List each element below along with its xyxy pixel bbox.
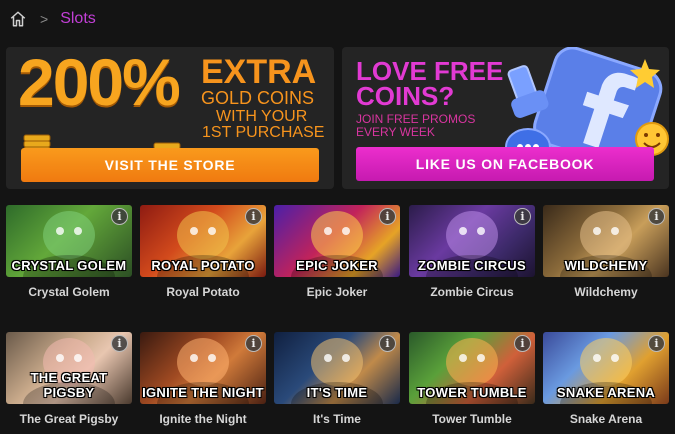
game-name[interactable]: Wildchemy [543, 285, 669, 299]
chevron-right-icon: > [40, 11, 49, 27]
game-tile[interactable]: WILDCHEMY i Wildchemy [543, 205, 669, 299]
game-name[interactable]: Zombie Circus [409, 285, 535, 299]
game-thumbnail[interactable]: IT'S TIME i [274, 332, 400, 404]
game-thumbnail-title: ZOMBIE CIRCUS [418, 258, 526, 273]
game-thumbnail-title: ROYAL POTATO [151, 258, 255, 273]
game-thumbnail[interactable]: WILDCHEMY i [543, 205, 669, 277]
game-tile[interactable]: IGNITE THE NIGHT i Ignite the Night [140, 332, 266, 426]
visit-store-button[interactable]: VISIT THE STORE [21, 148, 319, 182]
game-thumbnail[interactable]: EPIC JOKER i [274, 205, 400, 277]
game-tile[interactable]: ZOMBIE CIRCUS i Zombie Circus [409, 205, 535, 299]
game-tile[interactable]: TOWER TUMBLE i Tower Tumble [409, 332, 535, 426]
game-tile[interactable]: SNAKE ARENA i Snake Arena [543, 332, 669, 426]
fb-promo-title: LOVE FREE COINS? [356, 56, 504, 111]
game-thumbnail[interactable]: THE GREAT PIGSBY i [6, 332, 132, 404]
promo-title: EXTRA [201, 53, 317, 91]
info-icon[interactable]: i [514, 208, 531, 225]
info-icon[interactable]: i [111, 335, 128, 352]
promo-line-first-purchase: 1ST PURCHASE [202, 124, 325, 141]
game-name[interactable]: The Great Pigsby [6, 412, 132, 426]
promo-line-gold-coins: GOLD COINS [201, 88, 315, 108]
slots-page: > Slots 200% EXTRA GOLD COINS WITH YOUR … [0, 0, 675, 434]
game-thumbnail-title: THE GREAT PIGSBY [30, 370, 108, 400]
game-thumbnail-title: EPIC JOKER [296, 258, 378, 273]
game-name[interactable]: Snake Arena [543, 412, 669, 426]
game-name[interactable]: Ignite the Night [140, 412, 266, 426]
like-facebook-button[interactable]: LIKE US ON FACEBOOK [356, 147, 654, 181]
game-name[interactable]: Tower Tumble [409, 412, 535, 426]
info-icon[interactable]: i [514, 335, 531, 352]
game-thumbnail[interactable]: ZOMBIE CIRCUS i [409, 205, 535, 277]
breadcrumb: > Slots [8, 8, 96, 30]
game-name[interactable]: Royal Potato [140, 285, 266, 299]
info-icon[interactable]: i [648, 335, 665, 352]
info-icon[interactable]: i [379, 335, 396, 352]
info-icon[interactable]: i [111, 208, 128, 225]
game-name[interactable]: Crystal Golem [6, 285, 132, 299]
info-icon[interactable]: i [379, 208, 396, 225]
game-thumbnail[interactable]: IGNITE THE NIGHT i [140, 332, 266, 404]
game-tile[interactable]: IT'S TIME i It's Time [274, 332, 400, 426]
info-icon[interactable]: i [245, 208, 262, 225]
game-thumbnail-title: SNAKE ARENA [556, 385, 656, 400]
game-thumbnail-title: IT'S TIME [306, 385, 368, 400]
game-thumbnail-title: WILDCHEMY [564, 258, 648, 273]
game-thumbnail-title: TOWER TUMBLE [417, 385, 527, 400]
breadcrumb-current: Slots [60, 10, 96, 27]
game-thumbnail[interactable]: TOWER TUMBLE i [409, 332, 535, 404]
facebook-promo-banner: LOVE FREE COINS? JOIN FREE PROMOS EVERY … [342, 47, 669, 189]
info-icon[interactable]: i [245, 335, 262, 352]
info-icon[interactable]: i [648, 208, 665, 225]
game-thumbnail[interactable]: CRYSTAL GOLEM i [6, 205, 132, 277]
game-tile[interactable]: EPIC JOKER i Epic Joker [274, 205, 400, 299]
game-thumbnail[interactable]: SNAKE ARENA i [543, 332, 669, 404]
game-name[interactable]: It's Time [274, 412, 400, 426]
home-icon[interactable] [8, 9, 28, 29]
game-tile[interactable]: ROYAL POTATO i Royal Potato [140, 205, 266, 299]
game-tile[interactable]: THE GREAT PIGSBY i The Great Pigsby [6, 332, 132, 426]
game-thumbnail[interactable]: ROYAL POTATO i [140, 205, 266, 277]
game-thumbnail-title: IGNITE THE NIGHT [142, 385, 264, 400]
game-tile[interactable]: CRYSTAL GOLEM i Crystal Golem [6, 205, 132, 299]
game-thumbnail-title: CRYSTAL GOLEM [11, 258, 127, 273]
promo-line-with-your: WITH YOUR [216, 108, 308, 125]
store-promo-banner: 200% EXTRA GOLD COINS WITH YOUR 1ST PURC… [6, 47, 334, 189]
fb-promo-subtitle: JOIN FREE PROMOS EVERY WEEK [356, 112, 476, 139]
promo-percent: 200% [18, 47, 181, 119]
game-name[interactable]: Epic Joker [274, 285, 400, 299]
